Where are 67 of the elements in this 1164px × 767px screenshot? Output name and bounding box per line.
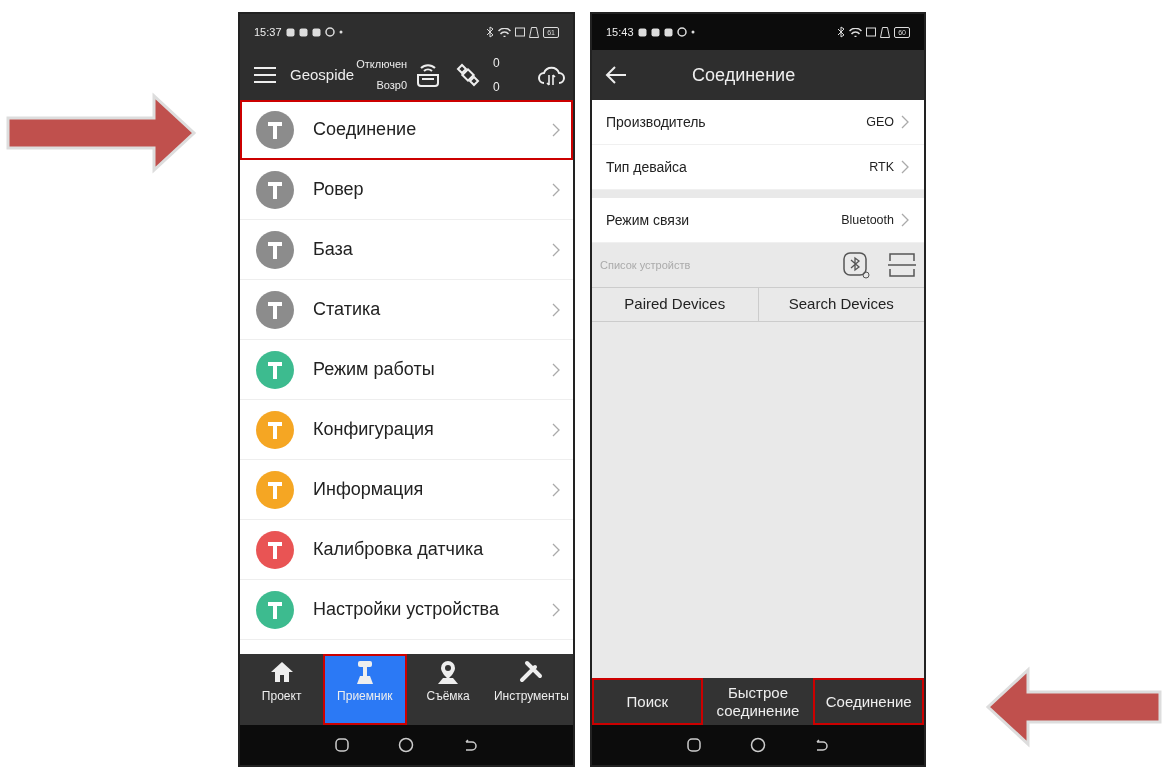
chevron-icon bbox=[551, 301, 561, 318]
receiver-icon bbox=[256, 530, 294, 569]
count-label: 0 bbox=[493, 57, 500, 69]
home-icon[interactable] bbox=[750, 737, 766, 753]
nav-tab[interactable]: Приемник bbox=[323, 654, 407, 725]
receiver-icon bbox=[256, 410, 294, 449]
receiver-icon bbox=[256, 230, 294, 269]
receiver-icon[interactable] bbox=[415, 62, 442, 88]
back-icon[interactable] bbox=[815, 738, 830, 752]
chevron-icon bbox=[551, 241, 561, 258]
chevron-icon bbox=[551, 421, 561, 438]
bluetooth-icon bbox=[486, 26, 495, 38]
pin-icon bbox=[436, 660, 461, 685]
chevron-icon bbox=[551, 541, 561, 558]
status-time: 15:43 bbox=[606, 24, 634, 40]
home-icon[interactable] bbox=[398, 737, 415, 753]
receiver-icon bbox=[256, 350, 294, 389]
satellite-icon[interactable] bbox=[455, 62, 482, 88]
settings-icon bbox=[324, 27, 335, 37]
status-time: 15:37 bbox=[254, 24, 282, 40]
tools-icon bbox=[519, 660, 544, 685]
menu-item[interactable]: Информация bbox=[240, 460, 573, 520]
chevron-icon bbox=[551, 601, 561, 618]
wifi-icon bbox=[498, 27, 512, 37]
action-button[interactable]: Поиск bbox=[592, 678, 703, 725]
mode-status: Возр0 bbox=[376, 80, 408, 91]
chevron-icon bbox=[551, 121, 561, 138]
menu-item[interactable]: Калибровка датчика bbox=[240, 520, 573, 580]
count-label: 0 bbox=[493, 81, 500, 93]
dot-icon bbox=[690, 30, 695, 34]
back-arrow-icon[interactable] bbox=[604, 65, 628, 85]
recents-icon[interactable] bbox=[334, 738, 349, 752]
back-icon[interactable] bbox=[464, 738, 479, 752]
settings-icon bbox=[676, 27, 687, 37]
receiver-icon bbox=[256, 290, 294, 329]
chevron-icon bbox=[900, 114, 910, 130]
receiver-icon bbox=[256, 170, 294, 209]
action-button[interactable]: Соединение bbox=[813, 678, 924, 725]
device-tab[interactable]: Search Devices bbox=[757, 288, 924, 321]
screen-title: Соединение bbox=[692, 63, 796, 87]
app-title: Geospide bbox=[290, 64, 355, 85]
chevron-icon bbox=[900, 159, 910, 175]
receiver-icon bbox=[256, 470, 294, 509]
menu-item[interactable]: База bbox=[240, 220, 573, 280]
receiver-icon bbox=[256, 110, 294, 149]
menu-item[interactable]: Соединение bbox=[240, 100, 573, 160]
menu-item[interactable]: Статика bbox=[240, 280, 573, 340]
recents-icon[interactable] bbox=[686, 738, 701, 752]
receiver-icon bbox=[256, 590, 294, 629]
bluetooth-icon bbox=[837, 26, 846, 38]
device-tab[interactable]: Paired Devices bbox=[592, 288, 758, 321]
bluetooth-link-icon[interactable] bbox=[842, 251, 872, 279]
dot-icon bbox=[338, 30, 343, 34]
chevron-icon bbox=[551, 181, 561, 198]
list-label: Список устройств bbox=[600, 257, 691, 273]
chevron-icon bbox=[551, 361, 561, 378]
scan-icon[interactable] bbox=[888, 251, 916, 279]
menu-item[interactable]: Ровер bbox=[240, 160, 573, 220]
chevron-icon bbox=[551, 481, 561, 498]
menu-item[interactable]: Настройки устройства bbox=[240, 580, 573, 640]
connection-status: Отключен bbox=[356, 59, 408, 70]
menu-item[interactable]: Конфигурация bbox=[240, 400, 573, 460]
wifi-icon bbox=[849, 27, 863, 37]
chevron-icon bbox=[900, 212, 910, 228]
menu-item[interactable]: Режим работы bbox=[240, 340, 573, 400]
menu-icon[interactable] bbox=[254, 66, 276, 84]
home-icon bbox=[269, 660, 294, 685]
